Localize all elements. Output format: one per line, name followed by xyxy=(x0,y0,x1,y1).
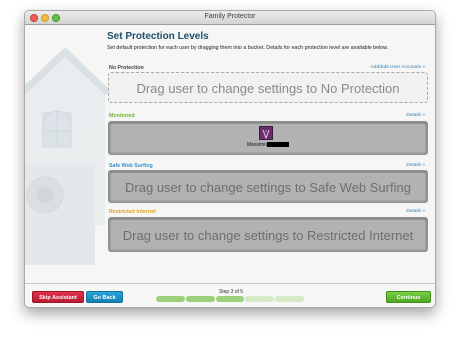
progress-segment xyxy=(185,296,215,302)
progress-segment xyxy=(245,296,275,302)
bucket-restricted-internet[interactable]: Drag user to change settings to Restrict… xyxy=(108,217,428,252)
footer-divider xyxy=(25,283,435,284)
user-avatar-icon xyxy=(259,126,273,140)
page-title: Set Protection Levels xyxy=(107,31,209,42)
page-description: Set default protection for each user by … xyxy=(107,45,389,51)
bucket-label-no-protection: No Protection xyxy=(109,65,144,71)
bucket-label-safe-web-surfing: Safe Web Surfing xyxy=(109,163,153,169)
skip-assistant-button[interactable]: Skip Assistant xyxy=(32,291,84,303)
step-indicator: Step 3 of 5 xyxy=(218,289,244,295)
user-tile-massimo[interactable]: Massimo xyxy=(247,126,290,152)
progress-segment xyxy=(215,296,245,302)
safe-web-surfing-details-link[interactable]: Details » xyxy=(406,163,425,168)
bucket-monitored[interactable]: Massimo xyxy=(108,121,428,155)
continue-button[interactable]: Continue xyxy=(386,291,431,303)
user-name: Massimo xyxy=(247,142,290,148)
window-title: Family Protector xyxy=(204,13,256,20)
drop-hint-safe-web-surfing: Drag user to change settings to Safe Web… xyxy=(125,180,411,195)
bucket-safe-web-surfing[interactable]: Drag user to change settings to Safe Web… xyxy=(108,170,428,203)
bucket-no-protection[interactable]: Drag user to change settings to No Prote… xyxy=(108,72,428,103)
redacted-block xyxy=(267,142,290,148)
restricted-internet-details-link[interactable]: Details » xyxy=(406,209,425,214)
step-progress-bar xyxy=(156,296,304,302)
bucket-label-monitored: Monitored xyxy=(109,113,135,119)
drop-hint-restricted-internet: Drag user to change settings to Restrict… xyxy=(122,228,414,243)
bucket-label-restricted-internet: Restricted Internet xyxy=(109,209,156,215)
progress-segment xyxy=(275,296,304,302)
progress-segment xyxy=(156,296,185,302)
drop-hint-no-protection: Drag user to change settings to No Prote… xyxy=(136,81,400,96)
add-edit-user-accounts-link[interactable]: Add/Edit User Accounts » xyxy=(371,65,425,70)
go-back-button[interactable]: Go Back xyxy=(86,291,123,303)
family-protector-window: Family Protector Set Protection Levels S… xyxy=(24,10,436,308)
title-bar: Family Protector xyxy=(25,11,435,25)
monitored-details-link[interactable]: Details » xyxy=(406,113,425,118)
